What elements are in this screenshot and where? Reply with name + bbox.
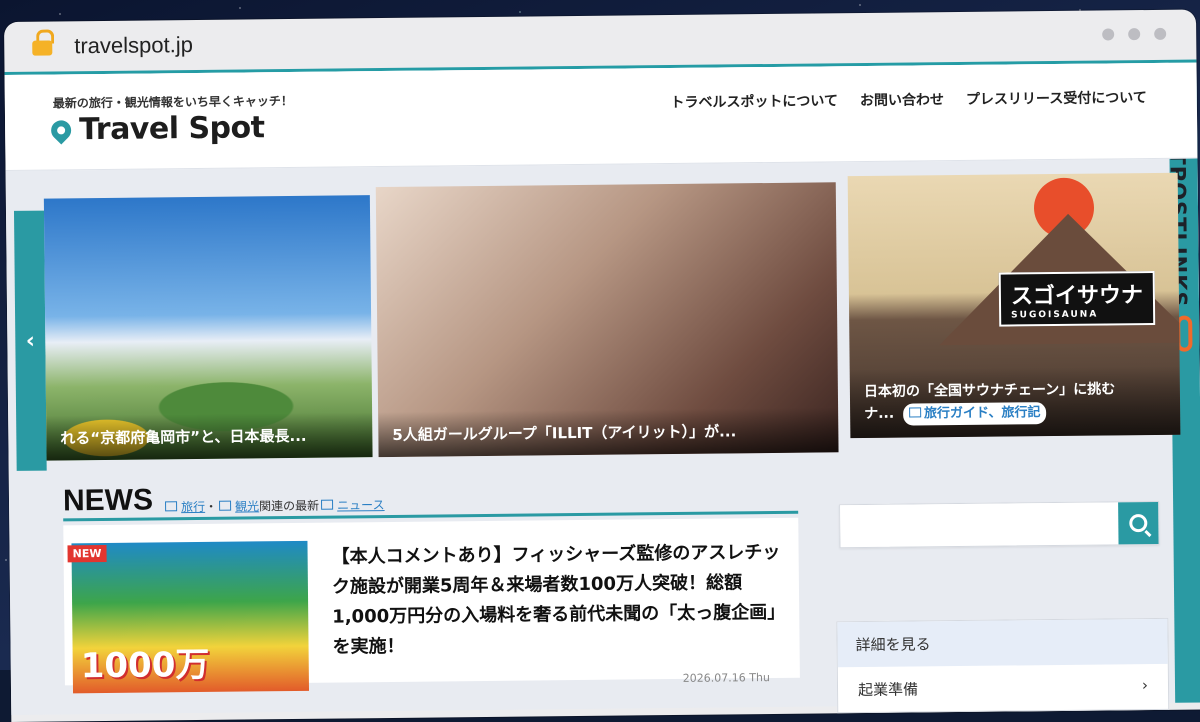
sauna-logo-sub: SUGOISAUNA [1011, 309, 1099, 321]
slide-caption-line1: 日本初の「全国サウナチェーン」に挑む [863, 381, 1116, 401]
featured-slider: ‹ れる“京都府亀岡市”と、日本最長... 5人組ガールグループ「ILLIT（ア… [6, 172, 1181, 471]
category-tag-label: 旅行ガイド、旅行記 [923, 405, 1041, 422]
slide-caption: 日本初の「全国サウナチェーン」に挑む ナ... 旅行ガイド、旅行記 [849, 365, 1181, 439]
news-subtitle-text: 関連の最新 [259, 498, 320, 514]
news-thumbnail[interactable]: 1000万 [71, 540, 310, 694]
news-header: NEWS 旅行・ 観光関連の最新 ニュース [62, 474, 799, 522]
news-section: NEWS 旅行・ 観光関連の最新 ニュース 1000万 NEW 【本人コメントあり】… [62, 474, 800, 694]
sauna-logo: スゴイサウナ SUGOISAUNA [998, 270, 1156, 327]
category-icon [321, 499, 334, 510]
category-tag[interactable]: 旅行ガイド、旅行記 [902, 402, 1047, 426]
nav-press-release[interactable]: プレスリリース受付について [966, 87, 1147, 109]
thumbnail-text: 1000万 [80, 644, 210, 687]
address-bar[interactable]: travelspot.jp [74, 32, 193, 59]
nav-about[interactable]: トラベルスポットについて [670, 90, 838, 112]
search-input[interactable] [840, 502, 1121, 544]
slide-sauna[interactable]: スゴイサウナ SUGOISAUNA 日本初の「全国サウナチェーン」に挑む ナ...… [847, 172, 1181, 439]
nav-contact[interactable]: お問い合わせ [860, 89, 944, 110]
link-news[interactable]: ニュース [337, 498, 385, 512]
slide-caption: 5人組ガールグループ「ILLIT（アイリット）」が... [378, 407, 839, 458]
slider-prev-button[interactable]: ‹ [13, 210, 47, 471]
main-nav: トラベルスポットについて お問い合わせ プレスリリース受付について [670, 87, 1147, 112]
news-card[interactable]: 1000万 NEW 【本人コメントあり】フィッシャーズ監修のアスレチック施設が開… [63, 517, 800, 694]
sidebar-panel: 詳細を見る 起業準備 › [836, 617, 1170, 714]
window-dots [1102, 27, 1167, 41]
search-box [839, 500, 1160, 549]
site-tagline: 最新の旅行・観光情報をいち早くキャッチ！ [52, 93, 293, 111]
map-pin-icon [46, 115, 76, 145]
search-button[interactable] [1118, 501, 1159, 545]
sidebar-heading: 詳細を見る [837, 618, 1168, 668]
slide-caption-line2: ナ... [864, 405, 895, 423]
slide-kameoka[interactable]: れる“京都府亀岡市”と、日本最長... [43, 195, 373, 461]
category-icon [908, 407, 922, 418]
browser-window: travelspot.jp GUESTPOSTLINKS 最新の旅行・観光情報を… [4, 9, 1200, 722]
news-headline[interactable]: 【本人コメントあり】フィッシャーズ監修のアスレチック施設が開業5周年＆来場者数1… [331, 538, 782, 663]
new-badge: NEW [67, 544, 107, 563]
lock-icon [32, 29, 55, 56]
page-viewport: GUESTPOSTLINKS 最新の旅行・観光情報をいち早くキャッチ！ Trav… [4, 62, 1200, 715]
chevron-right-icon: › [1141, 676, 1149, 695]
slide-illit[interactable]: 5人組ガールグループ「ILLIT（アイリット）」が... [375, 182, 839, 458]
separator: ・ [205, 499, 218, 514]
link-travel[interactable]: 旅行 [181, 500, 205, 514]
search-icon [1129, 514, 1148, 533]
site-header: 最新の旅行・観光情報をいち早くキャッチ！ Travel Spot トラベルスポッ… [4, 62, 1198, 171]
window-dot-icon [1128, 28, 1141, 41]
site-logo[interactable]: Travel Spot [46, 110, 265, 148]
sauna-logo-title: スゴイサウナ [1010, 283, 1144, 310]
category-icon [165, 501, 178, 512]
slide-caption: れる“京都府亀岡市”と、日本最長... [46, 412, 373, 461]
news-subtitle: 旅行・ 観光関連の最新 ニュース [163, 496, 385, 515]
news-date: 2026.07.16 Thu [682, 671, 770, 685]
window-dot-icon [1102, 28, 1115, 41]
news-title: NEWS [62, 483, 154, 518]
sidebar-item-startup[interactable]: 起業準備 › [838, 664, 1168, 712]
category-icon [219, 500, 232, 511]
link-tourism[interactable]: 観光 [235, 499, 259, 513]
window-dot-icon [1154, 27, 1167, 40]
logo-text: Travel Spot [78, 110, 265, 148]
sidebar-item-label: 起業準備 [857, 680, 919, 700]
